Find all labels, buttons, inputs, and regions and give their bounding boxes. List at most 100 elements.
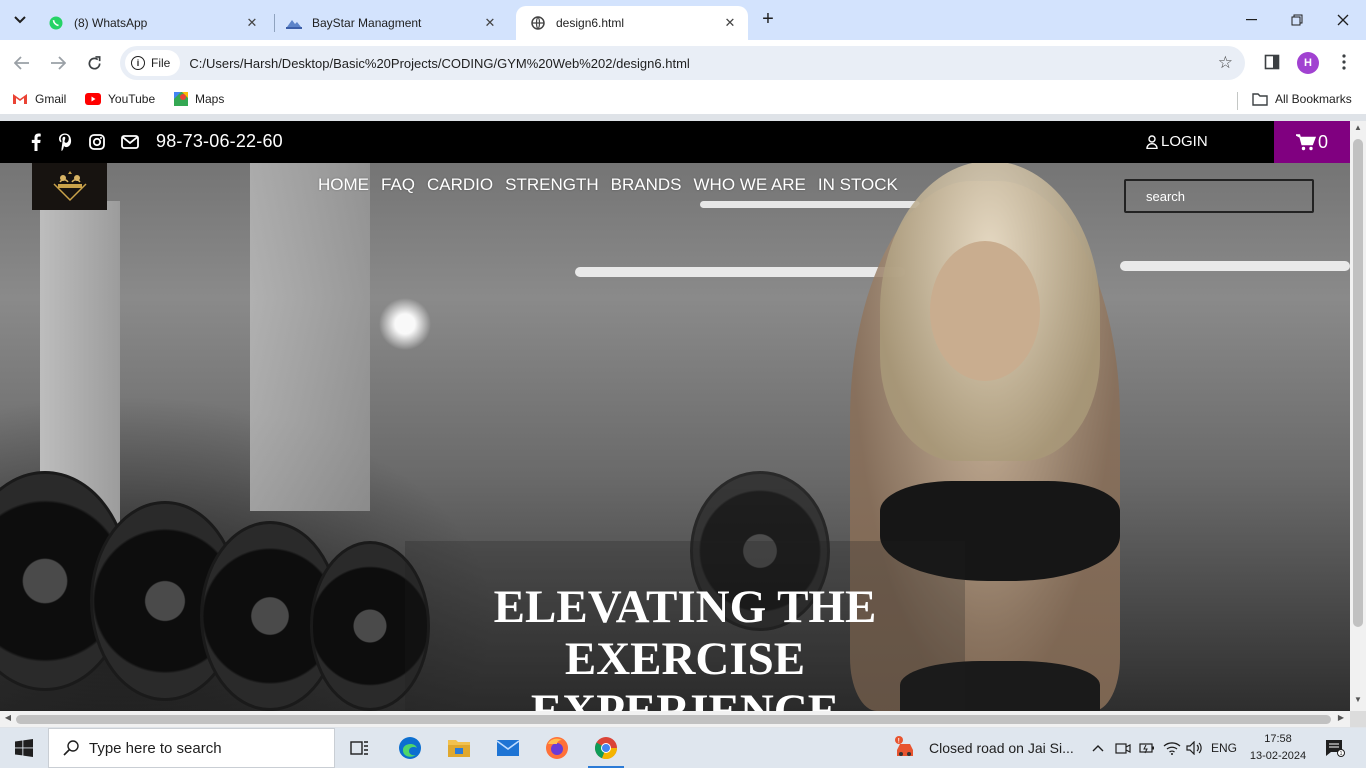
bookmark-label: Gmail <box>35 92 67 106</box>
tab-title: BayStar Managment <box>312 16 422 30</box>
restore-button[interactable] <box>1274 0 1320 40</box>
tab-title: design6.html <box>556 16 625 30</box>
tab-design6[interactable]: design6.html ✕ <box>516 6 748 40</box>
athlete-face <box>930 241 1040 381</box>
clock[interactable]: 17:58 13-02-2024 <box>1248 731 1308 765</box>
phone-number[interactable]: 98-73-06-22-60 <box>156 131 283 152</box>
meet-now-icon[interactable] <box>1112 728 1134 768</box>
site-logo[interactable] <box>32 163 107 210</box>
profile-avatar[interactable]: H <box>1297 52 1319 74</box>
bookmarks-bar: Gmail YouTube Maps All Bookmarks <box>0 86 1366 114</box>
close-icon[interactable]: ✕ <box>482 15 498 31</box>
cart-count: 0 <box>1317 131 1328 152</box>
bookmark-youtube[interactable]: YouTube <box>85 92 155 106</box>
site-topbar: 98-73-06-22-60 LOGIN 0 <box>0 121 1350 163</box>
chevron-up-icon[interactable] <box>1088 728 1108 768</box>
nav-in-stock[interactable]: IN STOCK <box>818 175 898 195</box>
tab-baystar[interactable]: BayStar Managment ✕ <box>272 6 508 40</box>
ceiling-light <box>575 267 905 277</box>
url-text[interactable]: C:/Users/Harsh/Desktop/Basic%20Projects/… <box>189 56 689 71</box>
scroll-right-arrow[interactable]: ▶ <box>1334 713 1348 722</box>
mail-icon[interactable] <box>120 132 140 152</box>
new-tab-button[interactable]: + <box>756 8 780 32</box>
info-icon: i <box>131 56 145 70</box>
site-search-input[interactable] <box>1124 179 1314 213</box>
svg-text:1: 1 <box>1340 751 1343 757</box>
menu-kebab-icon[interactable] <box>1336 52 1352 72</box>
tab-whatsapp[interactable]: (8) WhatsApp ✕ <box>34 6 270 40</box>
scroll-up-arrow[interactable]: ▲ <box>1350 123 1366 137</box>
edge-icon[interactable] <box>386 728 434 768</box>
clock-time: 17:58 <box>1264 733 1292 745</box>
wall-pillar <box>250 161 370 511</box>
ceiling-light <box>700 201 920 208</box>
forward-button[interactable] <box>45 50 71 76</box>
instagram-icon[interactable] <box>88 132 106 152</box>
nav-home[interactable]: HOME <box>318 175 369 195</box>
hero-headline: ELEVATING THE EXERCISE EXPERIENCE <box>405 581 965 711</box>
login-label: LOGIN <box>1161 133 1208 150</box>
search-icon <box>63 740 79 756</box>
close-icon[interactable]: ✕ <box>722 15 738 31</box>
windows-start-icon[interactable] <box>0 728 48 768</box>
nav-who-we-are[interactable]: WHO WE ARE <box>694 175 806 195</box>
volume-icon[interactable] <box>1184 728 1206 768</box>
scroll-left-arrow[interactable]: ◀ <box>1 713 15 722</box>
bookmark-label: Maps <box>195 92 225 106</box>
taskbar-search-box[interactable]: Type here to search <box>48 728 335 768</box>
taskbar-search-placeholder: Type here to search <box>89 739 222 757</box>
folder-icon <box>1252 92 1268 106</box>
close-window-button[interactable] <box>1320 0 1366 40</box>
traffic-alert-icon: ! <box>893 736 919 760</box>
back-button[interactable] <box>9 50 35 76</box>
login-link[interactable]: LOGIN <box>1146 133 1208 150</box>
battery-plug-icon[interactable] <box>1136 728 1158 768</box>
pinterest-icon[interactable] <box>57 132 73 152</box>
page-viewport: 98-73-06-22-60 LOGIN 0 HOME FAQ CARDIO S… <box>0 121 1350 711</box>
horizontal-scroll-thumb[interactable] <box>16 715 1331 724</box>
chrome-icon[interactable] <box>582 728 630 768</box>
tab-title: (8) WhatsApp <box>74 16 148 30</box>
tab-search-button[interactable] <box>8 8 32 32</box>
minimize-button[interactable] <box>1228 0 1274 40</box>
vertical-scroll-thumb[interactable] <box>1353 139 1363 627</box>
task-view-icon[interactable] <box>336 728 384 768</box>
youtube-icon <box>85 93 101 105</box>
ceiling-light <box>1120 261 1350 271</box>
firefox-icon[interactable] <box>533 728 581 768</box>
svg-text:!: ! <box>898 739 900 745</box>
address-bar[interactable]: i File C:/Users/Harsh/Desktop/Basic%20Pr… <box>120 46 1245 80</box>
wifi-icon[interactable] <box>1160 728 1184 768</box>
language-indicator[interactable]: ENG <box>1208 728 1240 768</box>
globe-icon <box>530 15 546 31</box>
mail-app-icon[interactable] <box>484 728 532 768</box>
side-panel-icon[interactable] <box>1262 52 1282 72</box>
main-nav: HOME FAQ CARDIO STRENGTH BRANDS WHO WE A… <box>318 175 898 195</box>
bookmark-gmail[interactable]: Gmail <box>12 92 66 106</box>
reload-button[interactable] <box>81 50 107 76</box>
maps-icon <box>174 92 188 106</box>
all-bookmarks[interactable]: All Bookmarks <box>1252 92 1352 106</box>
bookmark-maps[interactable]: Maps <box>174 92 224 106</box>
cart-button[interactable]: 0 <box>1274 121 1350 163</box>
nav-cardio[interactable]: CARDIO <box>427 175 493 195</box>
nav-faq[interactable]: FAQ <box>381 175 415 195</box>
close-icon[interactable]: ✕ <box>244 15 260 31</box>
facebook-icon[interactable] <box>30 132 42 152</box>
vertical-scrollbar[interactable]: ▲ ▼ <box>1350 121 1366 711</box>
bookmark-label: YouTube <box>108 92 156 106</box>
gmail-icon <box>12 93 28 105</box>
baystar-icon <box>286 15 302 31</box>
nav-strength[interactable]: STRENGTH <box>505 175 599 195</box>
nav-brands[interactable]: BRANDS <box>611 175 682 195</box>
horizontal-scrollbar[interactable]: ◀ ▶ <box>0 711 1350 727</box>
all-bookmarks-label: All Bookmarks <box>1275 92 1352 106</box>
windows-taskbar: Type here to search ! Closed road on Jai… <box>0 728 1366 768</box>
news-widget[interactable]: ! Closed road on Jai Si... <box>893 728 1074 768</box>
site-info-chip[interactable]: i File <box>125 50 181 76</box>
bookmark-star-icon[interactable]: ☆ <box>1218 53 1233 73</box>
scroll-down-arrow[interactable]: ▼ <box>1350 695 1366 709</box>
notification-icon[interactable]: 1 <box>1320 728 1350 768</box>
file-explorer-icon[interactable] <box>435 728 483 768</box>
headline-line-2: EXERCISE EXPERIENCE <box>530 633 840 711</box>
